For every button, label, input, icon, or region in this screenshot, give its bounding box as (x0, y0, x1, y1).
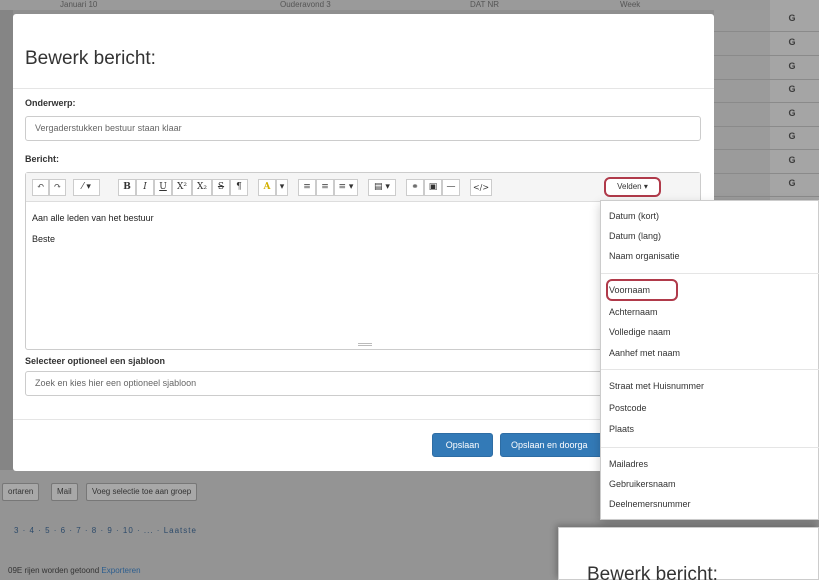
menu-item-postcode[interactable]: Postcode (609, 403, 647, 413)
mail-button[interactable]: Mail (51, 483, 78, 501)
menu-divider (601, 447, 819, 448)
row-action-icon[interactable]: G (787, 84, 797, 94)
variables-dropdown-menu: Datum (kort) Datum (lang) Naam organisat… (600, 200, 819, 520)
template-label: Selecteer optioneel een sjabloon (25, 356, 166, 366)
menu-item-participant-number[interactable]: Deelnemersnummer (609, 499, 691, 509)
menu-divider (601, 369, 819, 370)
subject-input[interactable]: Vergaderstukken bestuur staan klaar (25, 116, 701, 141)
row-divider (714, 31, 819, 32)
menu-item-city[interactable]: Plaats (609, 424, 634, 434)
row-divider (714, 173, 819, 174)
row-action-icon[interactable]: G (787, 155, 797, 165)
strikethrough-button[interactable]: S (212, 179, 230, 196)
italic-button[interactable]: I (136, 179, 154, 196)
inset-title: Bewerk bericht: (587, 564, 718, 580)
menu-item-street[interactable]: Straat met Huisnummer (609, 381, 704, 391)
menu-item-full-name[interactable]: Volledige naam (609, 327, 671, 337)
link-icon[interactable]: ⚭ (406, 179, 424, 196)
font-color-dropdown[interactable]: ▾ (276, 179, 288, 196)
save-and-continue-button[interactable]: Opslaan en doorga (500, 433, 610, 457)
editor-toolbar: ↶ ↷ ⁄ ▾ B I U X² X₂ S ¶ A ▾ ≡ ≡ ≡ ▾ ▤ ▾ … (26, 173, 700, 202)
background-cell: Ouderavond 3 (280, 0, 331, 9)
clear-format-icon[interactable]: ¶ (230, 179, 248, 196)
row-divider (714, 79, 819, 80)
background-button[interactable]: ortaren (2, 483, 40, 501)
undo-icon[interactable]: ↶ (32, 179, 49, 196)
image-icon[interactable]: ▣ (424, 179, 442, 196)
menu-item-email[interactable]: Mailadres (609, 459, 648, 469)
superscript-button[interactable]: X² (172, 179, 192, 196)
menu-item-salutation[interactable]: Aanhef met naam (609, 348, 680, 358)
row-action-icon[interactable]: G (787, 131, 797, 141)
paragraph-align-icon[interactable]: ≡ ▾ (334, 179, 358, 196)
ordered-list-icon[interactable]: ≡ (316, 179, 334, 196)
redo-icon[interactable]: ↷ (49, 179, 66, 196)
row-divider (714, 102, 819, 103)
row-action-icon[interactable]: G (787, 37, 797, 47)
variables-dropdown-button[interactable]: Velden ▾ (604, 177, 661, 197)
modal-divider (13, 88, 714, 89)
row-divider (714, 55, 819, 56)
row-divider (714, 126, 819, 127)
code-view-icon[interactable]: </> (470, 179, 492, 196)
row-action-icon[interactable]: G (787, 61, 797, 71)
subject-label: Onderwerp: (25, 98, 76, 108)
horizontal-rule-icon[interactable]: — (442, 179, 460, 196)
editor-line: Beste (32, 234, 56, 244)
menu-item-last-name[interactable]: Achternaam (609, 307, 658, 317)
modal-title: Bewerk bericht: (25, 48, 156, 69)
row-action-icon[interactable]: G (787, 13, 797, 23)
save-button[interactable]: Opslaan (432, 433, 493, 457)
background-cell: DAT NR (470, 0, 500, 9)
row-divider (714, 196, 819, 197)
subscript-button[interactable]: X₂ (192, 179, 212, 196)
inset-preview: Bewerk bericht: (558, 527, 819, 580)
unordered-list-icon[interactable]: ≡ (298, 179, 316, 196)
row-action-icon[interactable]: G (787, 178, 797, 188)
menu-item-organisation-name[interactable]: Naam organisatie (609, 251, 680, 261)
export-link[interactable]: Exporteren (101, 566, 140, 575)
menu-divider (601, 273, 819, 274)
background-table-header: Januari 10 Ouderavond 3 DAT NR Week (0, 0, 819, 10)
editor-resize-handle[interactable] (358, 343, 372, 346)
table-icon[interactable]: ▤ ▾ (368, 179, 396, 196)
row-count-text: 09E rijen worden getoond Exporteren (8, 566, 141, 575)
pagination[interactable]: 3 · 4 · 5 · 6 · 7 · 8 · 9 · 10 · ... · L… (14, 526, 197, 535)
bold-button[interactable]: B (118, 179, 136, 196)
message-label: Bericht: (25, 154, 60, 164)
row-action-icon[interactable]: G (787, 108, 797, 118)
menu-item-date-long[interactable]: Datum (lang) (609, 231, 661, 241)
menu-item-first-name[interactable]: Voornaam (609, 285, 650, 295)
menu-item-username[interactable]: Gebruikersnaam (609, 479, 676, 489)
magic-wand-icon[interactable]: ⁄ ▾ (73, 179, 100, 196)
editor-content[interactable]: Aan alle leden van het bestuur Beste (26, 203, 700, 343)
editor-line: Aan alle leden van het bestuur (32, 213, 154, 223)
row-count-label: 09E rijen worden getoond (8, 566, 100, 575)
underline-button[interactable]: U (154, 179, 172, 196)
background-cell: Week (620, 0, 641, 9)
add-selection-to-group-button[interactable]: Voeg selectie toe aan groep (86, 483, 198, 501)
background-cell: Januari 10 (60, 0, 98, 9)
row-divider (714, 149, 819, 150)
font-color-icon[interactable]: A (258, 179, 276, 196)
menu-item-date-short[interactable]: Datum (kort) (609, 211, 659, 221)
